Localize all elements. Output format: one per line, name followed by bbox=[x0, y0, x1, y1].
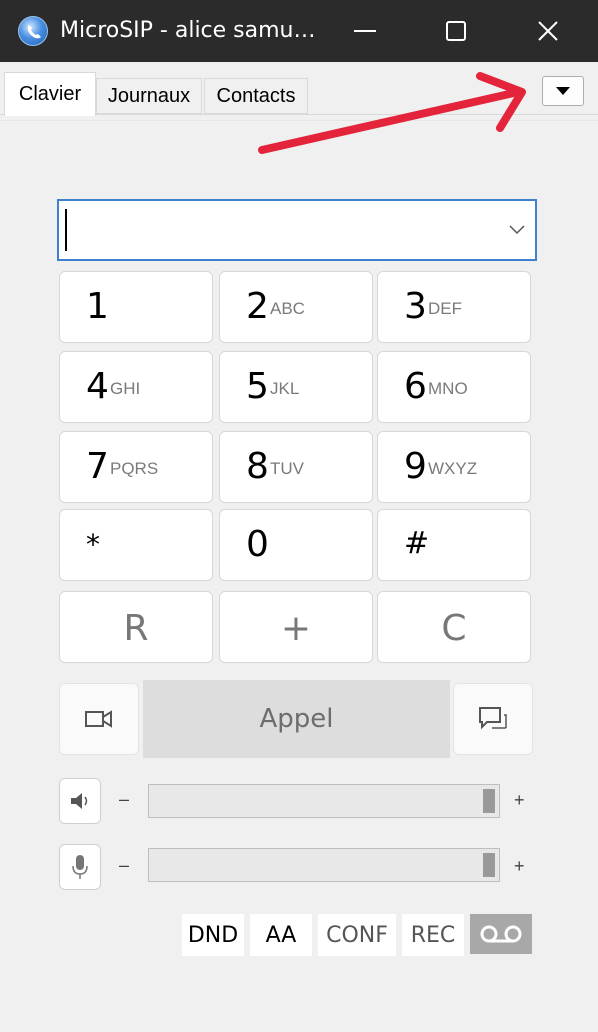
speaker-mute-button[interactable] bbox=[59, 778, 101, 824]
key-digit: 7 bbox=[86, 446, 109, 487]
key-star[interactable]: * bbox=[59, 509, 213, 581]
microphone-minus: – bbox=[119, 855, 130, 875]
title-bar: MicroSIP - alice samu… bbox=[0, 0, 598, 62]
conference-toggle[interactable]: CONF bbox=[318, 914, 396, 956]
key-5[interactable]: 5 JKL bbox=[219, 351, 373, 423]
minimize-icon[interactable] bbox=[342, 10, 388, 52]
tab-clavier[interactable]: Clavier bbox=[4, 72, 96, 116]
clear-button[interactable]: C bbox=[377, 591, 531, 663]
key-digit: 6 bbox=[404, 366, 427, 407]
number-input[interactable] bbox=[57, 199, 537, 261]
dnd-toggle[interactable]: DND bbox=[182, 914, 244, 956]
video-camera-icon bbox=[85, 710, 112, 728]
close-icon[interactable] bbox=[525, 10, 571, 52]
record-toggle[interactable]: REC bbox=[402, 914, 464, 956]
key-letters: ABC bbox=[270, 299, 305, 318]
key-digit: * bbox=[86, 528, 100, 561]
key-0[interactable]: 0 bbox=[219, 509, 373, 581]
chat-bubble-icon bbox=[479, 707, 507, 730]
annotation-arrow-icon bbox=[258, 72, 526, 154]
key-hash[interactable]: # bbox=[377, 509, 531, 581]
key-3[interactable]: 3 DEF bbox=[377, 271, 531, 343]
microphone-plus: + bbox=[514, 856, 525, 876]
key-label: R bbox=[123, 608, 149, 649]
call-button[interactable]: Appel bbox=[143, 680, 450, 758]
microsip-logo-icon bbox=[18, 16, 48, 46]
tab-journaux[interactable]: Journaux bbox=[96, 78, 202, 114]
key-9[interactable]: 9 WXYZ bbox=[377, 431, 531, 503]
key-letters: PQRS bbox=[110, 459, 159, 478]
speaker-volume-slider[interactable] bbox=[148, 784, 500, 818]
microphone-mute-button[interactable] bbox=[59, 844, 101, 890]
chevron-down-icon[interactable] bbox=[509, 225, 525, 235]
microphone-icon bbox=[72, 855, 88, 879]
key-digit: 3 bbox=[404, 286, 427, 327]
key-digit: # bbox=[404, 526, 430, 561]
slider-thumb[interactable] bbox=[483, 789, 495, 813]
key-2[interactable]: 2 ABC bbox=[219, 271, 373, 343]
key-1[interactable]: 1 bbox=[59, 271, 213, 343]
speaker-minus: – bbox=[119, 789, 130, 809]
key-letters: DEF bbox=[428, 299, 462, 318]
slider-thumb[interactable] bbox=[483, 853, 495, 877]
caret-down-icon bbox=[556, 87, 570, 95]
key-digit: 4 bbox=[86, 366, 109, 407]
menu-dropdown-button[interactable] bbox=[542, 76, 584, 106]
maximize-icon[interactable] bbox=[433, 10, 479, 52]
key-digit: 2 bbox=[246, 286, 269, 327]
key-letters: WXYZ bbox=[428, 459, 478, 478]
key-4[interactable]: 4 GHI bbox=[59, 351, 213, 423]
key-letters: MNO bbox=[428, 379, 468, 398]
key-label: C bbox=[441, 608, 467, 649]
speaker-icon bbox=[71, 793, 88, 809]
key-digit: 9 bbox=[404, 446, 427, 487]
window-title: MicroSIP - alice samu… bbox=[60, 18, 316, 43]
message-button[interactable] bbox=[453, 683, 533, 755]
key-digit: 1 bbox=[86, 286, 109, 327]
key-digit: 8 bbox=[246, 446, 269, 487]
speaker-plus: + bbox=[514, 790, 525, 810]
video-call-button[interactable] bbox=[59, 683, 139, 755]
key-6[interactable]: 6 MNO bbox=[377, 351, 531, 423]
text-caret bbox=[65, 209, 67, 251]
redial-button[interactable]: R bbox=[59, 591, 213, 663]
key-letters: GHI bbox=[110, 379, 141, 398]
voicemail-button[interactable] bbox=[470, 914, 532, 954]
key-7[interactable]: 7 PQRS bbox=[59, 431, 213, 503]
key-label: + bbox=[280, 608, 312, 649]
key-digit: 5 bbox=[246, 366, 269, 407]
auto-answer-toggle[interactable]: AA bbox=[250, 914, 312, 956]
key-letters: JKL bbox=[270, 379, 300, 398]
key-digit: 0 bbox=[246, 524, 269, 565]
key-8[interactable]: 8 TUV bbox=[219, 431, 373, 503]
microphone-volume-slider[interactable] bbox=[148, 848, 500, 882]
key-letters: TUV bbox=[270, 459, 304, 478]
voicemail-icon bbox=[480, 925, 522, 943]
plus-button[interactable]: + bbox=[219, 591, 373, 663]
